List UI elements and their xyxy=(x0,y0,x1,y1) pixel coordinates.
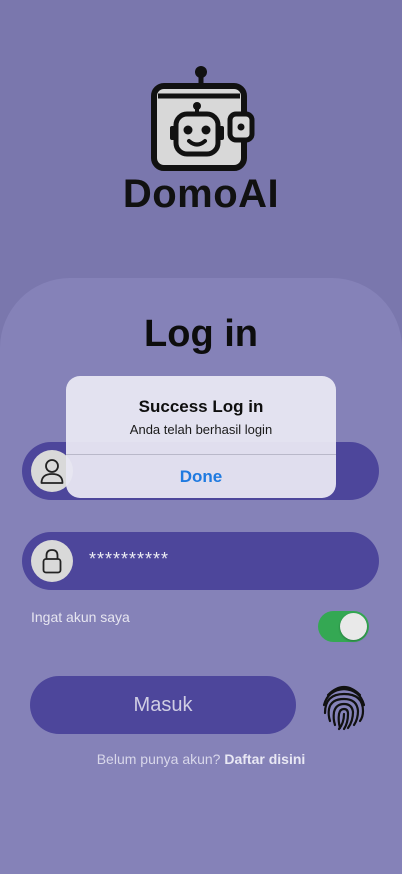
signup-prompt-text: Belum punya akun? xyxy=(96,751,221,767)
user-icon xyxy=(40,459,64,484)
alert-done-button[interactable]: Done xyxy=(66,455,336,498)
alert-title: Success Log in xyxy=(138,397,264,416)
login-screen: DomoAI Log in ********** Ingat akun saya… xyxy=(0,0,402,874)
login-button[interactable]: Masuk xyxy=(30,676,296,734)
signup-prompt: Belum punya akun? Daftar disini xyxy=(0,751,402,767)
app-logo-text: DomoAI xyxy=(122,172,280,216)
page-title: Log in xyxy=(144,313,258,355)
success-alert-dialog: Success Log in Anda telah berhasil login… xyxy=(66,376,336,498)
remember-me-toggle[interactable] xyxy=(318,611,369,642)
fingerprint-icon[interactable] xyxy=(319,681,369,731)
password-field[interactable]: ********** xyxy=(22,532,379,590)
signup-link[interactable]: Daftar disini xyxy=(224,751,305,767)
alert-message: Anda telah berhasil login xyxy=(129,422,273,437)
toggle-knob xyxy=(340,613,367,640)
password-input[interactable]: ********** xyxy=(89,549,169,570)
remember-me-label: Ingat akun saya xyxy=(31,609,130,625)
robot-wallet-icon xyxy=(151,66,255,171)
lock-icon xyxy=(42,549,62,574)
logo-area: DomoAI xyxy=(0,0,402,240)
password-icon-badge xyxy=(31,540,73,582)
